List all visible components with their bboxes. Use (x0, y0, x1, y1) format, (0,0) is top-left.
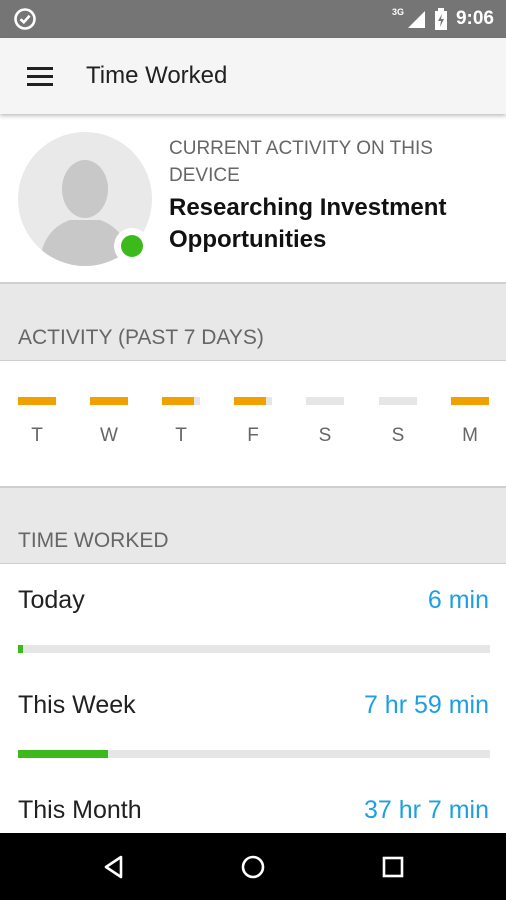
day-label: S (318, 425, 332, 446)
day-label: F (247, 425, 259, 446)
time-worked-row-this-month[interactable]: This Month 37 hr 7 min (0, 774, 506, 834)
day-item: M (451, 361, 489, 486)
time-worked-label: This Week (18, 691, 136, 719)
progress-bar (18, 750, 490, 758)
progress-bar-fill (18, 645, 23, 653)
day-item: S (306, 361, 344, 486)
time-worked-row-this-week[interactable]: This Week 7 hr 59 min (0, 669, 506, 775)
progress-bar (18, 645, 490, 653)
day-bar (234, 397, 272, 405)
online-status-indicator (114, 228, 150, 264)
page-title: Time Worked (86, 62, 228, 89)
day-label: W (100, 425, 118, 446)
navigation-bar (0, 833, 506, 900)
day-item: W (90, 361, 128, 486)
current-activity-value: Researching Investment Opportunities (169, 194, 447, 253)
hamburger-menu-icon[interactable] (14, 52, 66, 100)
battery-icon (434, 8, 447, 30)
day-label: M (462, 425, 478, 446)
time-worked-value: 37 hr 7 min (363, 796, 489, 824)
network-type: 3G (391, 7, 404, 17)
day-item: F (234, 361, 272, 486)
home-icon[interactable] (227, 846, 279, 888)
status-time: 9:06 (455, 8, 494, 29)
back-icon[interactable] (88, 846, 140, 888)
day-bar (18, 397, 56, 405)
day-bar (451, 397, 489, 405)
day-bar (379, 397, 417, 405)
signal-icon (407, 11, 425, 28)
day-item: T (18, 361, 56, 486)
time-worked-value: 7 hr 59 min (363, 691, 489, 719)
status-indicators: 3G 9:06 (392, 0, 494, 38)
day-bar-fill (90, 397, 128, 405)
day-bar-fill (451, 397, 489, 405)
time-worked-header-label: TIME WORKED (18, 529, 169, 552)
day-label: T (31, 425, 43, 446)
day-bar (306, 397, 344, 405)
time-worked-section-header: TIME WORKED (0, 486, 506, 564)
day-label: S (391, 425, 405, 446)
day-bar-fill (18, 397, 56, 405)
check-circle-icon (14, 8, 36, 30)
progress-bar-fill (18, 750, 108, 758)
day-label: T (175, 425, 187, 446)
time-worked-label: This Month (18, 796, 142, 824)
time-worked-label: Today (18, 586, 85, 614)
time-worked-value: 6 min (427, 586, 489, 614)
day-item: T (162, 361, 200, 486)
current-activity-card: CURRENT ACTIVITY ON THIS DEVICE Research… (0, 114, 506, 284)
day-bar (162, 397, 200, 405)
day-bar (90, 397, 128, 405)
current-activity-label: CURRENT ACTIVITY ON THIS DEVICE (169, 138, 433, 186)
day-item: S (379, 361, 417, 486)
day-bar-fill (234, 397, 267, 405)
time-worked-list: Today 6 min This Week 7 hr 59 min This M… (0, 564, 506, 834)
status-bar: 3G 9:06 (0, 0, 506, 38)
activity-section-header: ACTIVITY (PAST 7 DAYS) (0, 284, 506, 361)
recents-icon[interactable] (367, 846, 419, 888)
day-bar-fill (162, 397, 195, 405)
activity-days: T W T F S S M (0, 361, 506, 486)
activity-header-label: ACTIVITY (PAST 7 DAYS) (18, 326, 264, 349)
app-bar: Time Worked (0, 38, 506, 114)
time-worked-row-today[interactable]: Today 6 min (0, 564, 506, 670)
